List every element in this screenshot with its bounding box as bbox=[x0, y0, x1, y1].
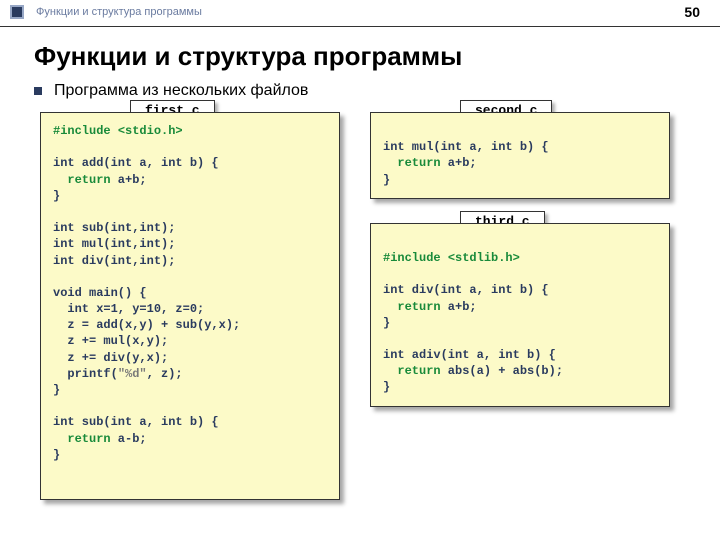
code-text: printf( bbox=[53, 367, 118, 381]
code-text: } bbox=[383, 380, 390, 394]
breadcrumb: Функции и структура программы bbox=[36, 6, 202, 18]
code-text: return bbox=[383, 364, 441, 378]
code-text: <stdlib.h> bbox=[448, 251, 520, 265]
code-text: int add(int a, int b) { bbox=[53, 156, 219, 170]
subtitle-row: Программа из нескольких файлов bbox=[0, 82, 720, 100]
code-box-first: #include <stdio.h> int add(int a, int b)… bbox=[40, 112, 340, 500]
code-text: a+b; bbox=[111, 173, 147, 187]
content-area: first.c #include <stdio.h> int add(int a… bbox=[0, 112, 720, 500]
code-text: int div(int,int); bbox=[53, 254, 175, 268]
code-text: void main() { bbox=[53, 286, 147, 300]
code-box-second: int mul(int a, int b) { return a+b; } bbox=[370, 112, 670, 199]
code-text: return bbox=[53, 432, 111, 446]
right-column: second.c int mul(int a, int b) { return … bbox=[370, 112, 670, 500]
code-text: "%d" bbox=[118, 367, 147, 381]
code-text: a+b; bbox=[441, 156, 477, 170]
left-column: first.c #include <stdio.h> int add(int a… bbox=[40, 112, 340, 500]
header-bar: Функции и структура программы 50 bbox=[0, 0, 720, 27]
header-left: Функции и структура программы bbox=[10, 5, 202, 19]
code-text: a-b; bbox=[111, 432, 147, 446]
page-title: Функции и структура программы bbox=[0, 27, 720, 82]
code-text: int mul(int,int); bbox=[53, 237, 175, 251]
code-text: a+b; bbox=[441, 300, 477, 314]
bullet-icon bbox=[34, 87, 42, 95]
square-icon bbox=[10, 5, 24, 19]
third-wrap: third.c #include <stdlib.h> int div(int … bbox=[370, 223, 670, 407]
code-text: , z); bbox=[147, 367, 183, 381]
second-wrap: second.c int mul(int a, int b) { return … bbox=[370, 112, 670, 199]
code-text: return bbox=[53, 173, 111, 187]
code-text: int sub(int,int); bbox=[53, 221, 175, 235]
code-text: int adiv(int a, int b) { bbox=[383, 348, 556, 362]
code-text: } bbox=[53, 383, 60, 397]
code-text: int mul(int a, int b) { bbox=[383, 140, 549, 154]
code-text: abs(a) + abs(b); bbox=[441, 364, 563, 378]
code-text: #include bbox=[383, 251, 441, 265]
code-text: int sub(int a, int b) { bbox=[53, 415, 219, 429]
code-text: int div(int a, int b) { bbox=[383, 283, 549, 297]
code-text: } bbox=[53, 189, 60, 203]
code-text: return bbox=[383, 156, 441, 170]
code-text: int x=1, y=10, z=0; bbox=[53, 302, 204, 316]
page-number: 50 bbox=[684, 4, 700, 20]
code-box-third: #include <stdlib.h> int div(int a, int b… bbox=[370, 223, 670, 407]
code-text: z = add(x,y) + sub(y,x); bbox=[53, 318, 240, 332]
code-text: } bbox=[383, 173, 390, 187]
code-text: <stdio.h> bbox=[118, 124, 183, 138]
code-text: } bbox=[53, 448, 60, 462]
code-text: #include bbox=[53, 124, 111, 138]
subtitle: Программа из нескольких файлов bbox=[54, 82, 308, 100]
code-text: z += div(y,x); bbox=[53, 351, 168, 365]
code-text: z += mul(x,y); bbox=[53, 334, 168, 348]
code-text: } bbox=[383, 316, 390, 330]
code-text: return bbox=[383, 300, 441, 314]
